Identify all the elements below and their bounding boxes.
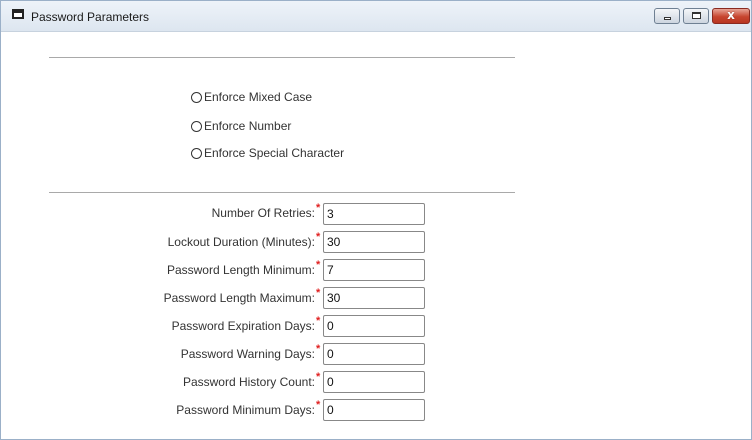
password-length-maximum-input[interactable] xyxy=(323,287,425,309)
checkbox-enforce-mixed-case[interactable] xyxy=(191,91,202,103)
minimize-icon xyxy=(664,17,671,20)
required-marker: * xyxy=(316,343,321,355)
label-password-history-count: Password History Count: xyxy=(182,375,315,389)
maximize-button[interactable] xyxy=(683,8,709,24)
option-enforce-mixed-case[interactable]: Enforce Mixed Case xyxy=(191,89,312,105)
label-password-length-maximum: Password Length Maximum: xyxy=(163,291,315,305)
label-password-expiration-days: Password Expiration Days: xyxy=(171,319,315,333)
label-number-of-retries: Number Of Retries: xyxy=(211,206,315,220)
label-password-minimum-days: Password Minimum Days: xyxy=(176,403,315,417)
lockout-duration-input[interactable] xyxy=(323,231,425,253)
password-minimum-days-input[interactable] xyxy=(323,399,425,421)
close-button[interactable]: x xyxy=(712,8,750,24)
required-marker: * xyxy=(316,315,321,327)
label-password-warning-days: Password Warning Days: xyxy=(180,347,315,361)
window-title: Password Parameters xyxy=(31,10,150,24)
option-label: Enforce Special Character xyxy=(204,146,345,160)
checkbox-enforce-number[interactable] xyxy=(191,120,202,132)
password-expiration-days-input[interactable] xyxy=(323,315,425,337)
number-of-retries-input[interactable] xyxy=(323,203,425,225)
option-enforce-number[interactable]: Enforce Number xyxy=(191,118,291,134)
password-warning-days-input[interactable] xyxy=(323,343,425,365)
minimize-button[interactable] xyxy=(654,8,680,24)
divider-top xyxy=(49,57,515,58)
option-enforce-special-character[interactable]: Enforce Special Character xyxy=(191,145,344,161)
divider-middle xyxy=(49,192,515,193)
password-parameters-window: Password Parameters x Enforce Mixed Case… xyxy=(0,0,752,440)
close-icon: x xyxy=(727,8,735,22)
maximize-icon xyxy=(692,12,701,19)
label-password-length-minimum: Password Length Minimum: xyxy=(166,263,315,277)
option-label: Enforce Number xyxy=(204,119,292,133)
required-marker: * xyxy=(316,287,321,299)
password-history-count-input[interactable] xyxy=(323,371,425,393)
required-marker: * xyxy=(316,231,321,243)
label-lockout-duration: Lockout Duration (Minutes): xyxy=(167,235,315,249)
required-marker: * xyxy=(316,202,321,214)
title-bar[interactable]: Password Parameters x xyxy=(1,1,751,32)
password-length-minimum-input[interactable] xyxy=(323,259,425,281)
required-marker: * xyxy=(316,399,321,411)
required-marker: * xyxy=(316,259,321,271)
window-icon xyxy=(12,9,24,19)
checkbox-enforce-special-character[interactable] xyxy=(191,147,202,159)
required-marker: * xyxy=(316,371,321,383)
option-label: Enforce Mixed Case xyxy=(204,90,313,104)
